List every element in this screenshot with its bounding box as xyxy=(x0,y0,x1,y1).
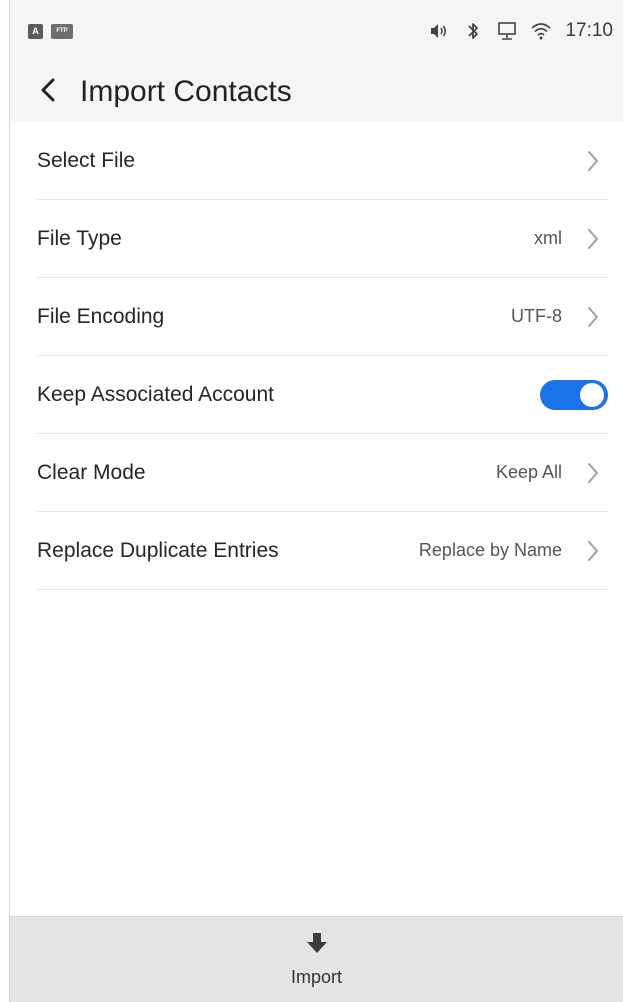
replace-duplicate-entries-label: Replace Duplicate Entries xyxy=(37,538,279,562)
status-bar: A FTP 17:10 xyxy=(10,0,623,62)
file-encoding-row[interactable]: File Encoding UTF-8 xyxy=(37,278,608,356)
notification-a-label: A xyxy=(32,26,39,36)
file-type-value: xml xyxy=(534,228,562,248)
chevron-right-icon xyxy=(578,302,608,332)
back-button[interactable] xyxy=(28,67,68,117)
select-file-label: Select File xyxy=(37,148,136,172)
file-encoding-value: UTF-8 xyxy=(511,306,562,326)
clear-mode-value: Keep All xyxy=(495,462,562,482)
file-encoding-label: File Encoding xyxy=(37,304,165,328)
toggle-knob xyxy=(580,382,604,407)
chevron-left-icon xyxy=(40,77,56,108)
keep-associated-account-toggle[interactable] xyxy=(540,379,608,410)
title-bar: Import Contacts xyxy=(10,62,623,122)
bluetooth-icon xyxy=(463,21,483,41)
settings-list: Select File File Type xml File Encoding … xyxy=(10,122,623,590)
chevron-right-icon xyxy=(578,458,608,488)
volume-icon xyxy=(429,21,449,41)
page-title: Import Contacts xyxy=(80,75,292,108)
arrow-down-icon xyxy=(306,932,327,959)
notification-ftp-label: FTP xyxy=(56,28,68,34)
chevron-right-icon xyxy=(578,224,608,254)
file-type-row[interactable]: File Type xml xyxy=(37,200,608,278)
chevron-right-icon xyxy=(578,146,608,176)
notification-a-icon: A xyxy=(28,23,43,39)
clear-mode-row[interactable]: Clear Mode Keep All xyxy=(37,434,608,512)
bottom-action-bar: Import xyxy=(10,916,623,1002)
file-type-label: File Type xyxy=(37,226,122,250)
status-indicators: 17:10 xyxy=(429,20,613,42)
wifi-icon xyxy=(531,21,551,41)
keep-associated-account-row: Keep Associated Account xyxy=(37,356,608,434)
network-icon xyxy=(497,21,517,41)
status-time: 17:10 xyxy=(565,20,613,41)
keep-associated-account-label: Keep Associated Account xyxy=(37,382,274,406)
notification-ftp-icon: FTP xyxy=(51,23,73,39)
chevron-right-icon xyxy=(578,536,608,566)
replace-duplicate-entries-value: Replace by Name xyxy=(418,540,562,560)
replace-duplicate-entries-row[interactable]: Replace Duplicate Entries Replace by Nam… xyxy=(37,512,608,590)
clear-mode-label: Clear Mode xyxy=(37,460,146,484)
import-label: Import xyxy=(290,966,342,987)
import-button[interactable]: Import xyxy=(10,917,623,1002)
status-notifications: A FTP xyxy=(28,23,73,39)
select-file-row[interactable]: Select File xyxy=(37,122,608,200)
